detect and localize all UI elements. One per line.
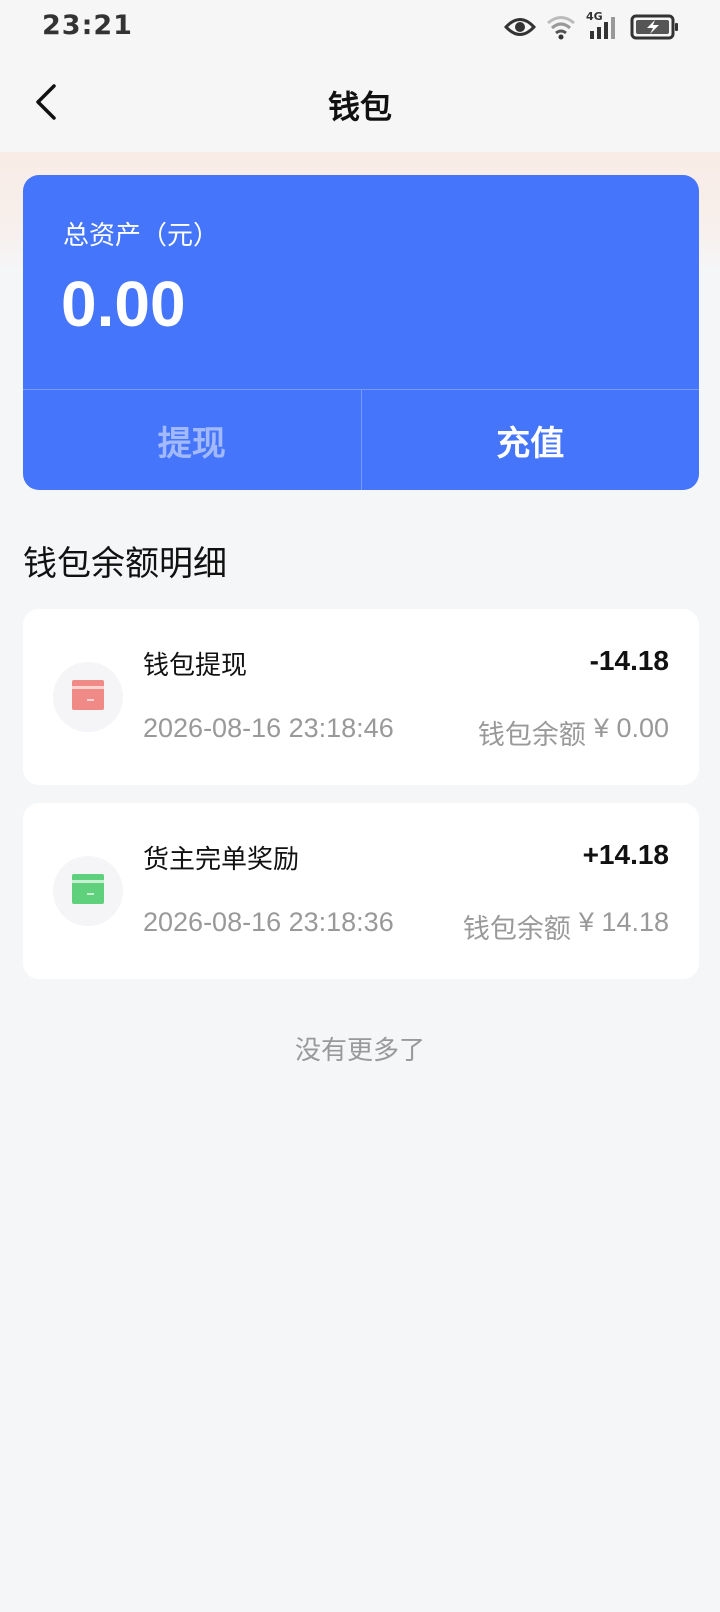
total-assets-label: 总资产（元）: [63, 221, 220, 251]
page-title: 钱包: [327, 88, 392, 126]
transaction-balance: 钱包余额 ¥ 14.18: [463, 907, 669, 946]
balance-label: 钱包余额: [477, 720, 586, 751]
transaction-item[interactable]: 钱包提现 -14.18 2026-08-16 23:18:46 钱包余额 ¥ 0…: [23, 609, 699, 785]
withdraw-button[interactable]: 提现: [23, 390, 362, 490]
status-bar: 23:21 4G: [0, 0, 720, 56]
eye-icon: [504, 16, 536, 38]
transaction-time: 2026-08-16 23:18:36: [143, 907, 394, 937]
balance-label: 钱包余额: [462, 914, 571, 945]
total-assets-value: 0.00: [61, 268, 186, 340]
transaction-icon-wrap: [53, 662, 123, 732]
recharge-button[interactable]: 充值: [362, 390, 700, 490]
network-type: 4G: [586, 10, 603, 23]
transaction-title: 货主完单奖励: [143, 845, 300, 875]
no-more-text: 没有更多了: [294, 1036, 425, 1066]
signal-icon: 4G: [586, 10, 620, 40]
nav-bar: 钱包: [0, 56, 720, 152]
wifi-icon: [546, 14, 576, 40]
transaction-amount: -14.18: [589, 645, 669, 676]
transaction-balance: 钱包余额 ¥ 0.00: [478, 713, 669, 752]
section-title: 钱包余额明细: [23, 544, 227, 584]
card-in-icon: [72, 874, 104, 908]
balance-value: ¥ 14.18: [578, 907, 669, 937]
status-time: 23:21: [42, 10, 133, 41]
asset-actions: 提现 充值: [23, 389, 699, 490]
transaction-time: 2026-08-16 23:18:46: [143, 713, 394, 743]
transaction-icon-wrap: [53, 856, 123, 926]
status-icons: 4G: [504, 10, 680, 42]
balance-value: ¥ 0.00: [593, 713, 669, 743]
transaction-title: 钱包提现: [143, 651, 248, 681]
transaction-item[interactable]: 货主完单奖励 +14.18 2026-08-16 23:18:36 钱包余额 ¥…: [23, 803, 699, 979]
asset-card: 总资产（元） 0.00 提现 充值: [23, 175, 699, 490]
card-out-icon: [72, 680, 104, 714]
battery-icon: [630, 14, 680, 40]
transaction-amount: +14.18: [582, 839, 669, 870]
